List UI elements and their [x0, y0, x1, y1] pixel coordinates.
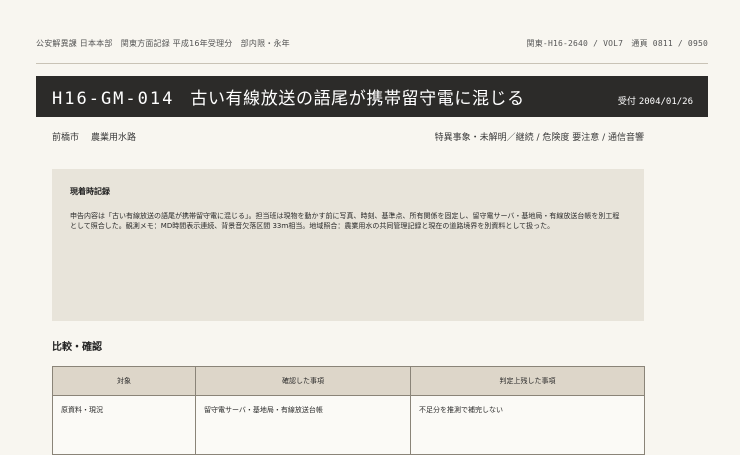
comparison-section-title: 比較・確認 — [52, 342, 102, 353]
table-row: 原資料・現況 留守電サーバ・基地局・有線放送台帳 不足分を推測で補完しない — [52, 395, 645, 455]
document-header: 公安解異課 日本本部 関東方面記録 平成16年受理分 部内限・永年 関東-H16… — [36, 38, 708, 49]
case-status: 特異事象・未解明／継続 / 危険度 要注意 / 通信音響 — [434, 133, 644, 143]
received-date-label: 受付 — [617, 97, 636, 107]
table-cell: 原資料・現況 — [52, 395, 196, 455]
header-divider — [36, 63, 708, 64]
case-title: 古い有線放送の語尾が携帯留守電に混じる — [190, 89, 525, 109]
table-cell: 留守電サーバ・基地局・有線放送台帳 — [195, 395, 411, 455]
column-header-checked: 確認した事項 — [195, 366, 411, 396]
received-date-value: 2004/01/26 — [638, 97, 693, 107]
on-site-record-heading: 現着時記録 — [70, 187, 110, 196]
column-header-target: 対象 — [52, 366, 196, 396]
on-site-record-box: 現着時記録 申告内容は「古い有線放送の語尾が携帯留守電に混じる」。担当班は現物を… — [52, 169, 644, 321]
column-header-remaining: 判定上残した事項 — [410, 366, 645, 396]
case-code: H16-GM-014 — [52, 89, 175, 109]
case-meta: 前橋市 農業用水路 特異事象・未解明／継続 / 危険度 要注意 / 通信音響 — [52, 130, 644, 143]
case-place: 前橋市 — [52, 133, 80, 143]
table-header-row: 対象 確認した事項 判定上残した事項 — [52, 366, 645, 396]
received-date: 受付 2004/01/26 — [618, 94, 693, 107]
header-reference-number: 関東-H16-2640 / VOL7 通頁 0811 / 0950 — [526, 39, 708, 48]
comparison-table: 対象 確認した事項 判定上残した事項 原資料・現況 留守電サーバ・基地局・有線放… — [52, 366, 645, 455]
title-bar: H16-GM-014 古い有線放送の語尾が携帯留守電に混じる 受付 2004/01… — [36, 76, 708, 117]
page-title: H16-GM-014 古い有線放送の語尾が携帯留守電に混じる — [52, 84, 525, 109]
case-location: 前橋市 農業用水路 — [52, 130, 136, 143]
header-left-text: 公安解異課 日本本部 関東方面記録 平成16年受理分 部内限・永年 — [36, 39, 290, 48]
case-site: 農業用水路 — [91, 133, 137, 143]
table-cell: 不足分を推測で補完しない — [410, 395, 645, 455]
on-site-record-body: 申告内容は「古い有線放送の語尾が携帯留守電に混じる」。担当班は現物を動かす前に写… — [70, 212, 620, 230]
